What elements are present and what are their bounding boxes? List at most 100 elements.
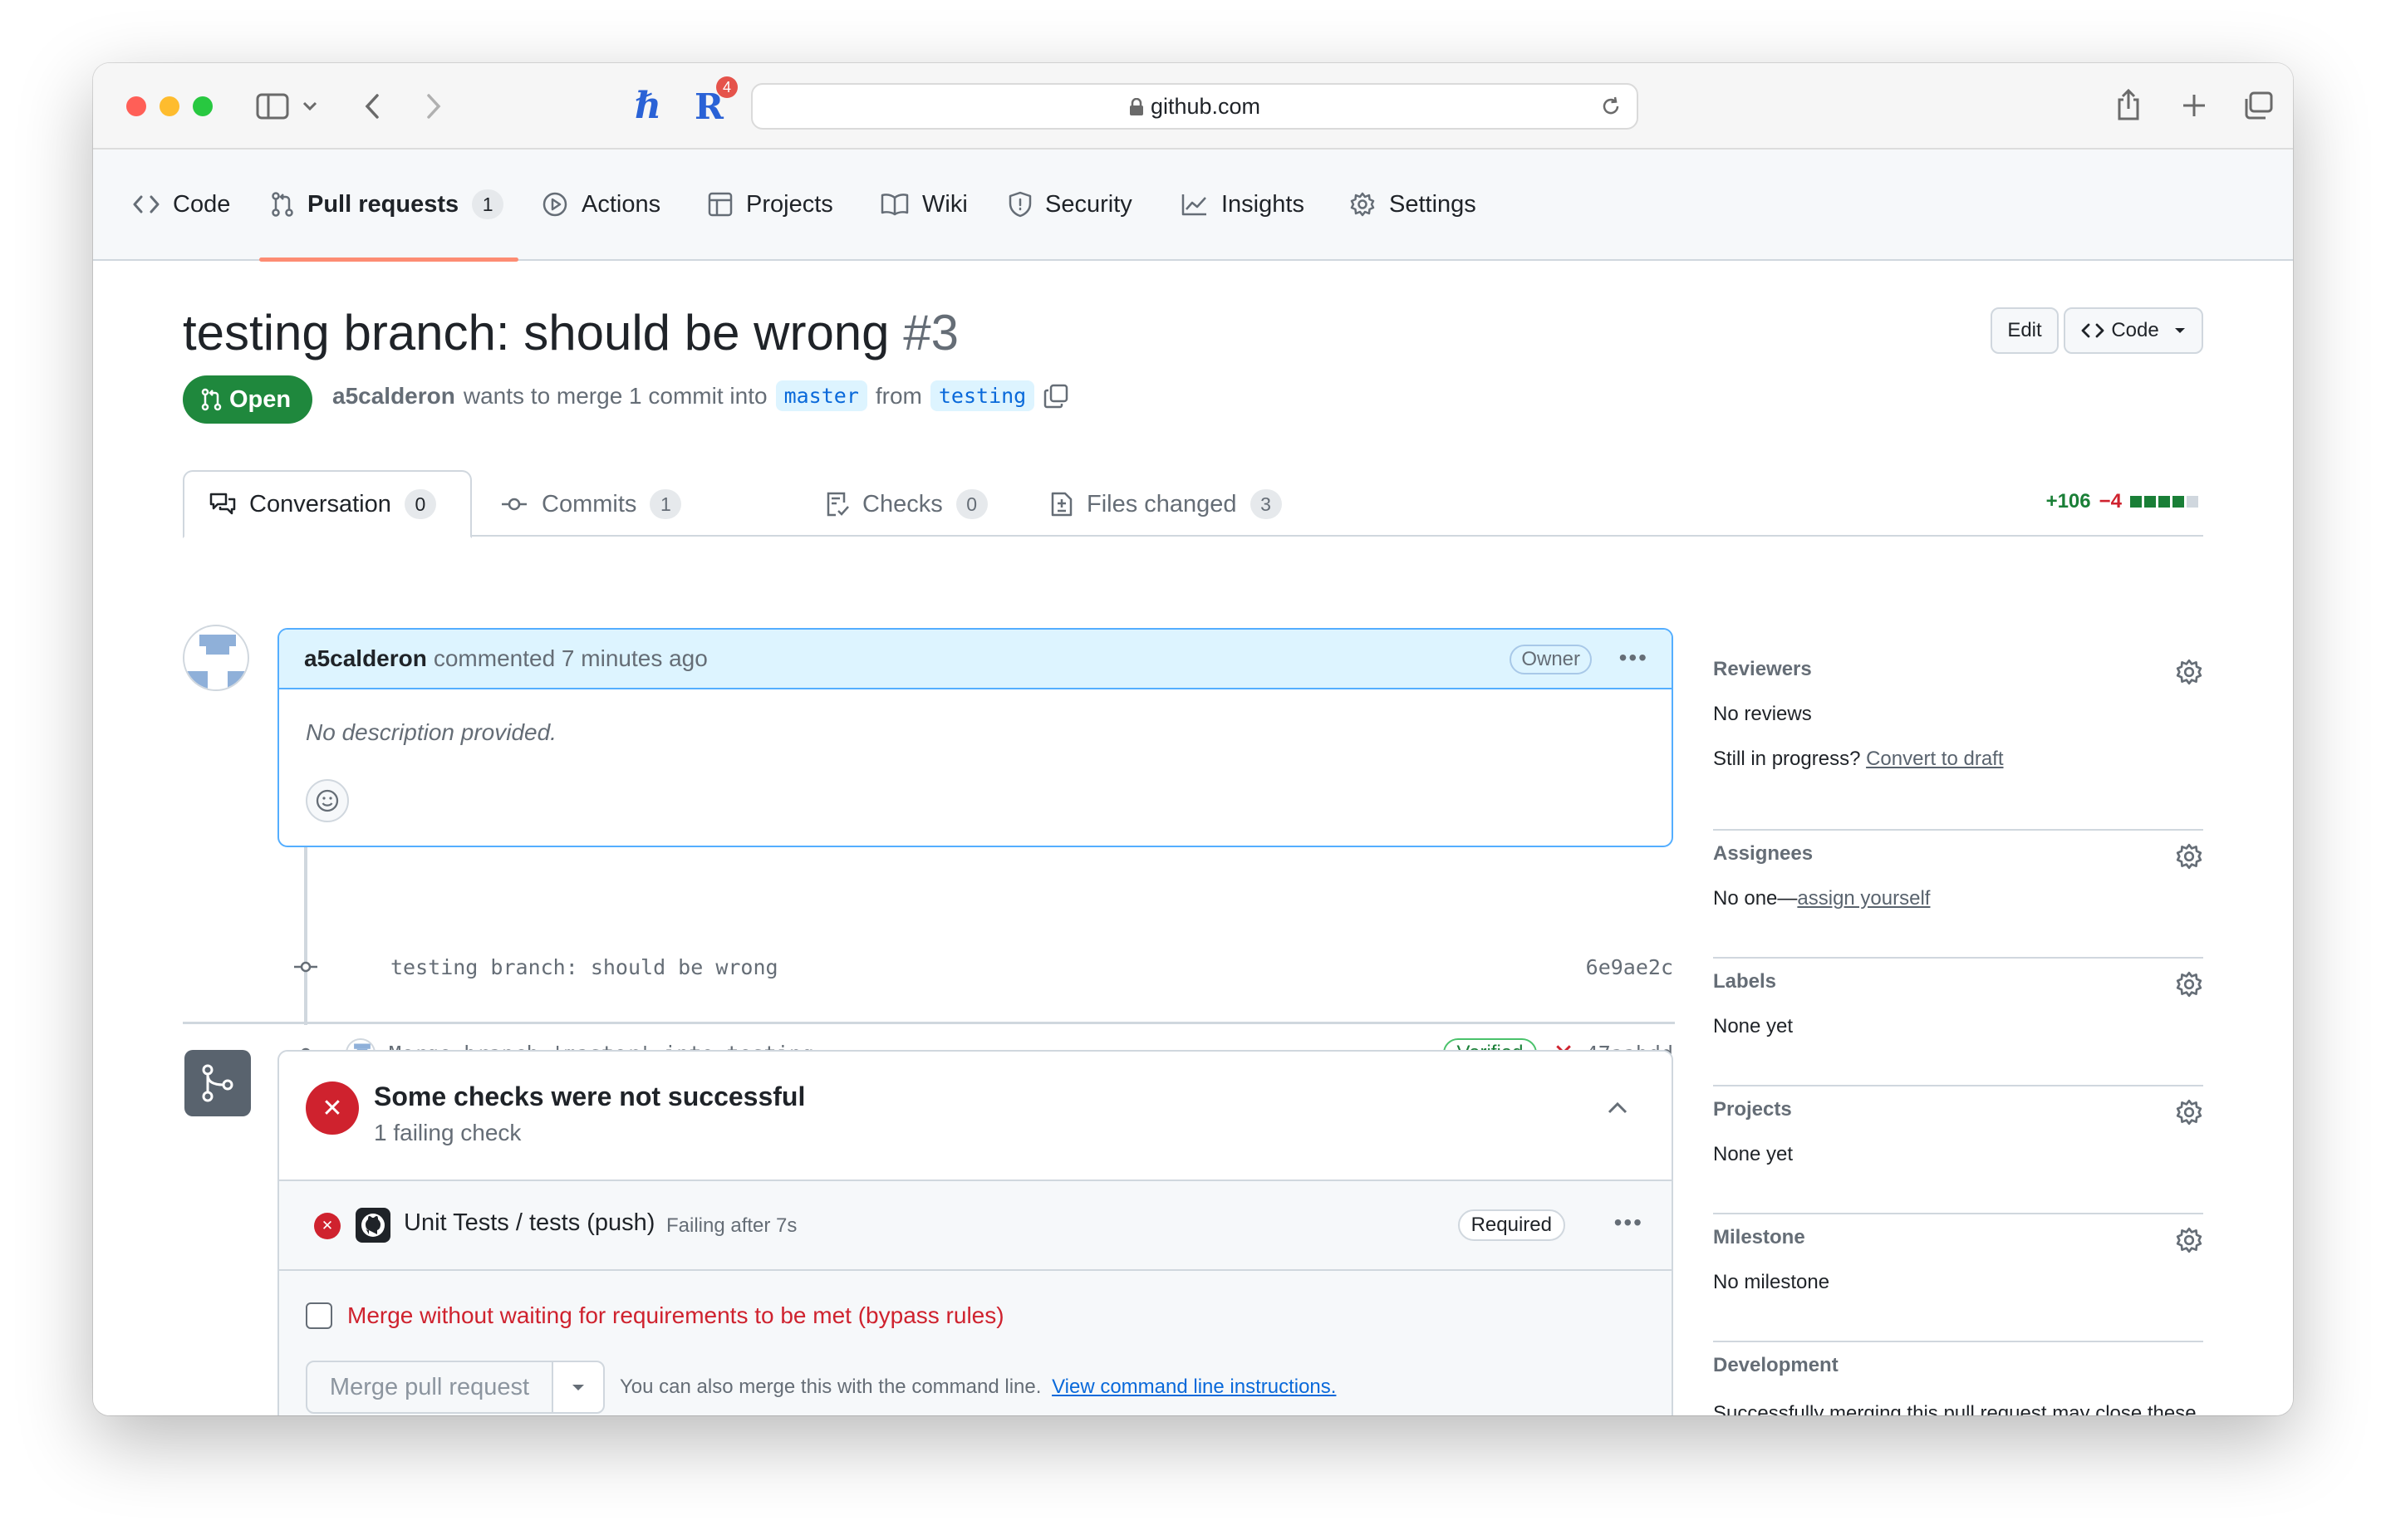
owner-badge: Owner [1510, 645, 1592, 674]
nav-code[interactable]: Code [133, 181, 230, 228]
pr-title-text: testing branch: should be wrong [183, 305, 890, 360]
comment-timestamp[interactable]: commented 7 minutes ago [434, 645, 708, 672]
nav-security-label: Security [1045, 190, 1132, 218]
checks-title: Some checks were not successful [374, 1081, 806, 1111]
pr-title: testing branch: should be wrong #3 [183, 304, 959, 361]
milestone-title[interactable]: Milestone [1713, 1226, 2203, 1249]
projects-title[interactable]: Projects [1713, 1098, 2203, 1121]
new-tab-icon[interactable] [2182, 93, 2207, 118]
gear-icon [1350, 192, 1375, 217]
nav-insights[interactable]: Insights [1181, 181, 1304, 228]
tab-overview-icon[interactable] [2243, 91, 2273, 120]
gear-icon[interactable] [2175, 842, 2203, 871]
chevron-up-icon[interactable] [1607, 1101, 1628, 1115]
edit-title-button[interactable]: Edit [1991, 307, 2059, 354]
required-badge: Required [1457, 1209, 1565, 1241]
kebab-icon[interactable]: ••• [1614, 1209, 1643, 1236]
projects-value: None yet [1713, 1143, 1794, 1165]
view-cli-instructions-link[interactable]: View command line instructions. [1052, 1376, 1336, 1398]
merge-status-icon [184, 1050, 251, 1116]
browser-window: ℏ R 4 github.com Code Pull requests 1 Ac… [93, 63, 2293, 1415]
commit-sha[interactable]: 6e9ae2c [1586, 955, 1673, 979]
git-commit-icon [502, 498, 527, 511]
tab-files-changed-label: Files changed [1087, 490, 1237, 517]
copy-icon[interactable] [1043, 383, 1069, 410]
projects-section: Projects None yet [1713, 1098, 2203, 1166]
convert-to-draft-link[interactable]: Convert to draft [1866, 748, 2003, 770]
nav-pull-requests[interactable]: Pull requests 1 [271, 181, 504, 228]
back-icon[interactable] [364, 93, 380, 120]
nav-settings-label: Settings [1389, 190, 1476, 218]
address-bar[interactable]: github.com [751, 83, 1638, 130]
timeline-line [304, 847, 307, 1025]
smiley-icon [316, 789, 339, 812]
assign-yourself-link[interactable]: assign yourself [1797, 887, 1930, 910]
nav-security[interactable]: Security [1009, 181, 1132, 228]
caret-down-icon [2174, 328, 2185, 333]
assignees-section: Assignees No one—assign yourself [1713, 842, 2203, 910]
avatar[interactable] [183, 625, 249, 691]
pr-author-link[interactable]: a5calderon [332, 383, 455, 410]
nav-projects-label: Projects [746, 190, 833, 218]
gear-icon[interactable] [2175, 970, 2203, 998]
sidebar-divider [1713, 1341, 2203, 1342]
forward-icon[interactable] [425, 93, 442, 120]
code-button-label: Code [2111, 319, 2159, 341]
tab-conversation[interactable]: Conversation 0 [183, 470, 472, 538]
nav-settings[interactable]: Settings [1349, 181, 1476, 228]
tab-commits[interactable]: Commits 1 [500, 470, 682, 538]
development-value: Successfully merging this pull request m… [1713, 1402, 2197, 1415]
reload-icon[interactable] [1600, 96, 1622, 117]
checks-summary: ✕ Some checks were not successful 1 fail… [279, 1052, 1672, 1181]
nav-actions[interactable]: Actions [542, 181, 660, 228]
reviewers-value: No reviews [1713, 703, 1812, 725]
development-title[interactable]: Development [1713, 1354, 2203, 1377]
kebab-icon[interactable]: ••• [1619, 645, 1648, 671]
extension-h-icon[interactable]: ℏ [635, 88, 661, 125]
code-dropdown-button[interactable]: Code [2064, 307, 2203, 354]
tab-checks-label: Checks [862, 490, 943, 517]
chevron-down-icon[interactable] [302, 101, 317, 111]
table-icon [708, 192, 733, 217]
code-icon [133, 195, 160, 213]
head-branch[interactable]: testing [930, 380, 1035, 411]
assignees-value: No one— [1713, 887, 1798, 910]
merge-method-dropdown[interactable] [552, 1361, 605, 1414]
pr-state-badge: Open [183, 375, 313, 424]
assignees-title[interactable]: Assignees [1713, 842, 2203, 866]
zoom-window-button[interactable] [193, 96, 213, 116]
extension-badge: 4 [716, 76, 738, 98]
nav-pull-requests-label: Pull requests [307, 190, 459, 218]
sidebar-toggle-icon[interactable] [256, 93, 289, 120]
tab-checks[interactable]: Checks 0 [826, 470, 988, 538]
timeline-divider [183, 1022, 1675, 1024]
pr-state-label: Open [229, 385, 292, 413]
tab-files-changed[interactable]: Files changed 3 [1050, 470, 1282, 538]
reviewers-title[interactable]: Reviewers [1713, 658, 2203, 681]
gear-icon[interactable] [2175, 658, 2203, 686]
share-icon[interactable] [2115, 88, 2142, 121]
labels-title[interactable]: Labels [1713, 970, 2203, 993]
nav-wiki[interactable]: Wiki [881, 181, 968, 228]
commit-message[interactable]: testing branch: should be wrong [390, 955, 778, 979]
bypass-checkbox[interactable] [306, 1302, 332, 1329]
sidebar-divider [1713, 1085, 2203, 1086]
nav-projects[interactable]: Projects [708, 181, 833, 228]
gear-icon[interactable] [2175, 1098, 2203, 1126]
base-branch[interactable]: master [775, 380, 867, 411]
minimize-window-button[interactable] [160, 96, 179, 116]
merge-pull-request-button[interactable]: Merge pull request [306, 1361, 553, 1414]
comment-header: a5calderon commented 7 minutes ago Owner… [279, 630, 1672, 689]
add-reaction-button[interactable] [306, 779, 349, 822]
x-circle-icon: ✕ [306, 1081, 359, 1135]
check-name[interactable]: Unit Tests / tests (push) [404, 1209, 655, 1237]
pr-tabs: Conversation 0 Commits 1 Checks 0 Files … [183, 470, 2203, 538]
close-window-button[interactable] [126, 96, 146, 116]
bypass-label[interactable]: Merge without waiting for requirements t… [347, 1302, 1004, 1329]
gear-icon[interactable] [2175, 1226, 2203, 1254]
tab-checks-count: 0 [955, 489, 988, 519]
comment-author[interactable]: a5calderon [304, 645, 427, 672]
code-icon [2081, 323, 2104, 338]
check-row: ✕ Unit Tests / tests (push) Failing afte… [279, 1181, 1672, 1271]
url-text: github.com [1150, 94, 1261, 119]
